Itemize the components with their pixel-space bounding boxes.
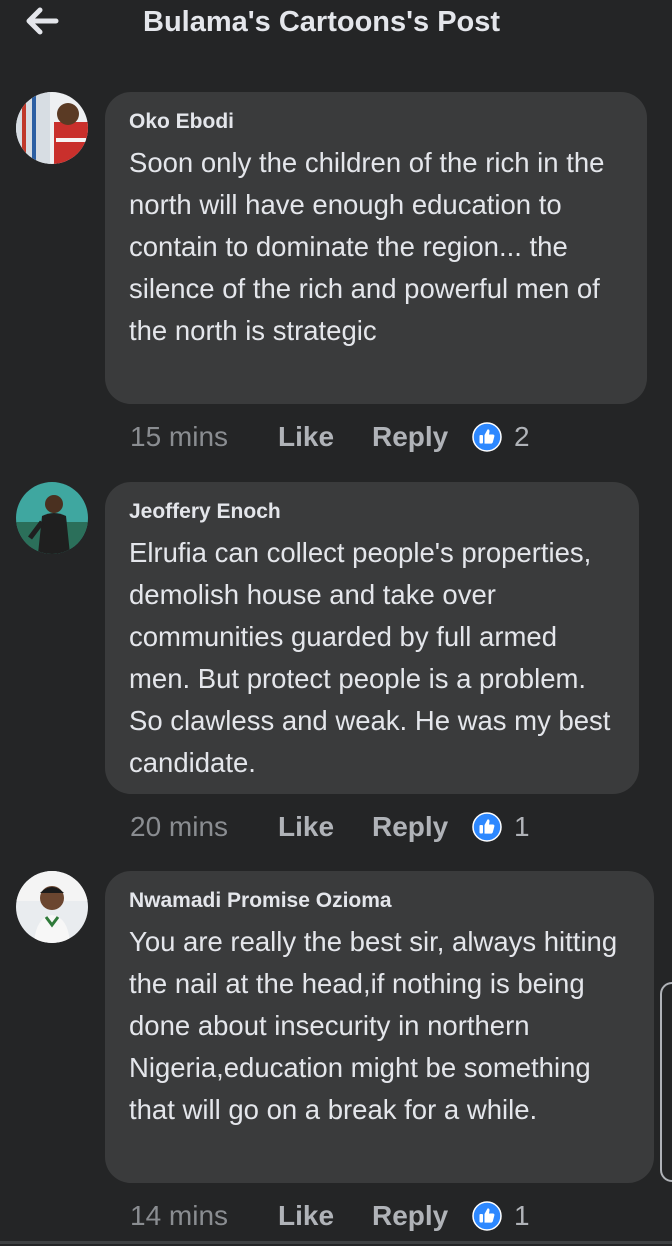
like-button[interactable]: Like	[278, 421, 372, 453]
back-button[interactable]	[22, 4, 62, 38]
comment-text: Elrufia can collect people's properties,…	[129, 537, 611, 778]
reaction-count: 1	[514, 1200, 530, 1231]
avatar[interactable]	[16, 92, 88, 164]
thumbs-up-icon	[472, 422, 502, 452]
reaction-count: 2	[514, 421, 530, 452]
reaction-summary[interactable]: 1	[472, 1200, 530, 1232]
reaction-count: 1	[514, 811, 530, 842]
comment-bubble[interactable]: Nwamadi Promise Ozioma You are really th…	[105, 871, 654, 1183]
like-button[interactable]: Like	[278, 1200, 372, 1232]
comment-timestamp[interactable]: 15 mins	[130, 421, 278, 453]
comment-text: You are really the best sir, always hitt…	[129, 926, 618, 1125]
reply-button[interactable]: Reply	[372, 811, 472, 843]
comment-timestamp[interactable]: 14 mins	[130, 1200, 278, 1232]
avatar[interactable]	[16, 871, 88, 943]
reply-button[interactable]: Reply	[372, 421, 472, 453]
reaction-summary[interactable]: 1	[472, 811, 530, 843]
avatar[interactable]	[16, 482, 88, 554]
scroll-handle[interactable]	[660, 982, 672, 1182]
reply-button[interactable]: Reply	[372, 1200, 472, 1232]
comment-author[interactable]: Oko Ebodi	[129, 110, 234, 134]
comment-actions: 20 mins Like Reply 1	[130, 807, 530, 847]
comment-actions: 14 mins Like Reply 1	[130, 1196, 530, 1236]
back-arrow-icon	[26, 7, 59, 35]
top-bar: Bulama's Cartoons's Post	[0, 0, 672, 54]
comment-text: Soon only the children of the rich in th…	[129, 147, 605, 346]
like-button[interactable]: Like	[278, 811, 372, 843]
reaction-summary[interactable]: 2	[472, 421, 530, 453]
thumbs-up-icon	[472, 812, 502, 842]
divider	[0, 1241, 672, 1244]
comment-timestamp[interactable]: 20 mins	[130, 811, 278, 843]
post-comments-screen: Bulama's Cartoons's Post Oko Ebodi Soon …	[0, 0, 672, 1246]
comment-author[interactable]: Nwamadi Promise Ozioma	[129, 889, 392, 913]
comment-author[interactable]: Jeoffery Enoch	[129, 500, 281, 524]
comment-actions: 15 mins Like Reply 2	[130, 417, 530, 457]
comment-bubble[interactable]: Oko Ebodi Soon only the children of the …	[105, 92, 647, 404]
thumbs-up-icon	[472, 1201, 502, 1231]
page-title: Bulama's Cartoons's Post	[143, 6, 501, 38]
comment-bubble[interactable]: Jeoffery Enoch Elrufia can collect peopl…	[105, 482, 639, 794]
